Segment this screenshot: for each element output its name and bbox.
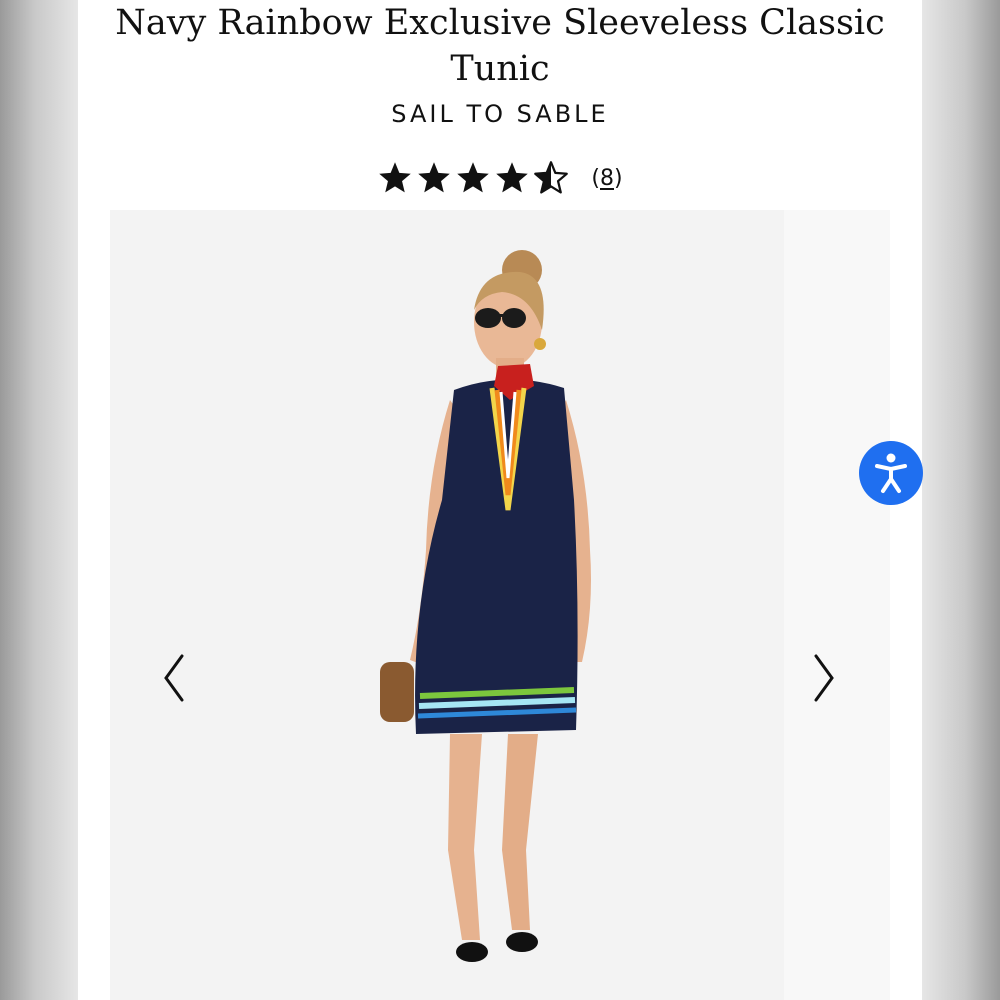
star-icon <box>418 162 451 193</box>
chevron-right-icon[interactable] <box>804 648 844 708</box>
next-photo-peek <box>784 210 890 1000</box>
accessibility-button[interactable] <box>859 441 923 505</box>
star-rating <box>377 160 569 196</box>
product-image-gallery <box>110 210 890 1000</box>
rating-row: (8) <box>78 158 922 198</box>
star-icon <box>496 162 529 193</box>
accessibility-icon <box>875 453 907 493</box>
left-backdrop <box>0 0 78 1000</box>
star-icon <box>457 162 490 193</box>
product-title: Navy Rainbow Exclusive Sleeveless Classi… <box>115 3 885 89</box>
review-count-number: 8 <box>600 165 614 191</box>
right-backdrop <box>922 0 1000 1000</box>
brand-name[interactable]: SAIL TO SABLE <box>78 100 922 128</box>
star-icon <box>379 162 412 193</box>
chevron-left-icon[interactable] <box>154 648 194 708</box>
model-illustration <box>110 210 784 1000</box>
review-count-open: ( <box>591 165 600 191</box>
product-page: Navy Rainbow Exclusive Sleeveless Classi… <box>78 0 922 1000</box>
half-star-icon <box>534 161 569 194</box>
review-count-close: ) <box>614 165 623 191</box>
product-photo[interactable] <box>110 210 784 1000</box>
review-count[interactable]: (8) <box>591 166 622 191</box>
